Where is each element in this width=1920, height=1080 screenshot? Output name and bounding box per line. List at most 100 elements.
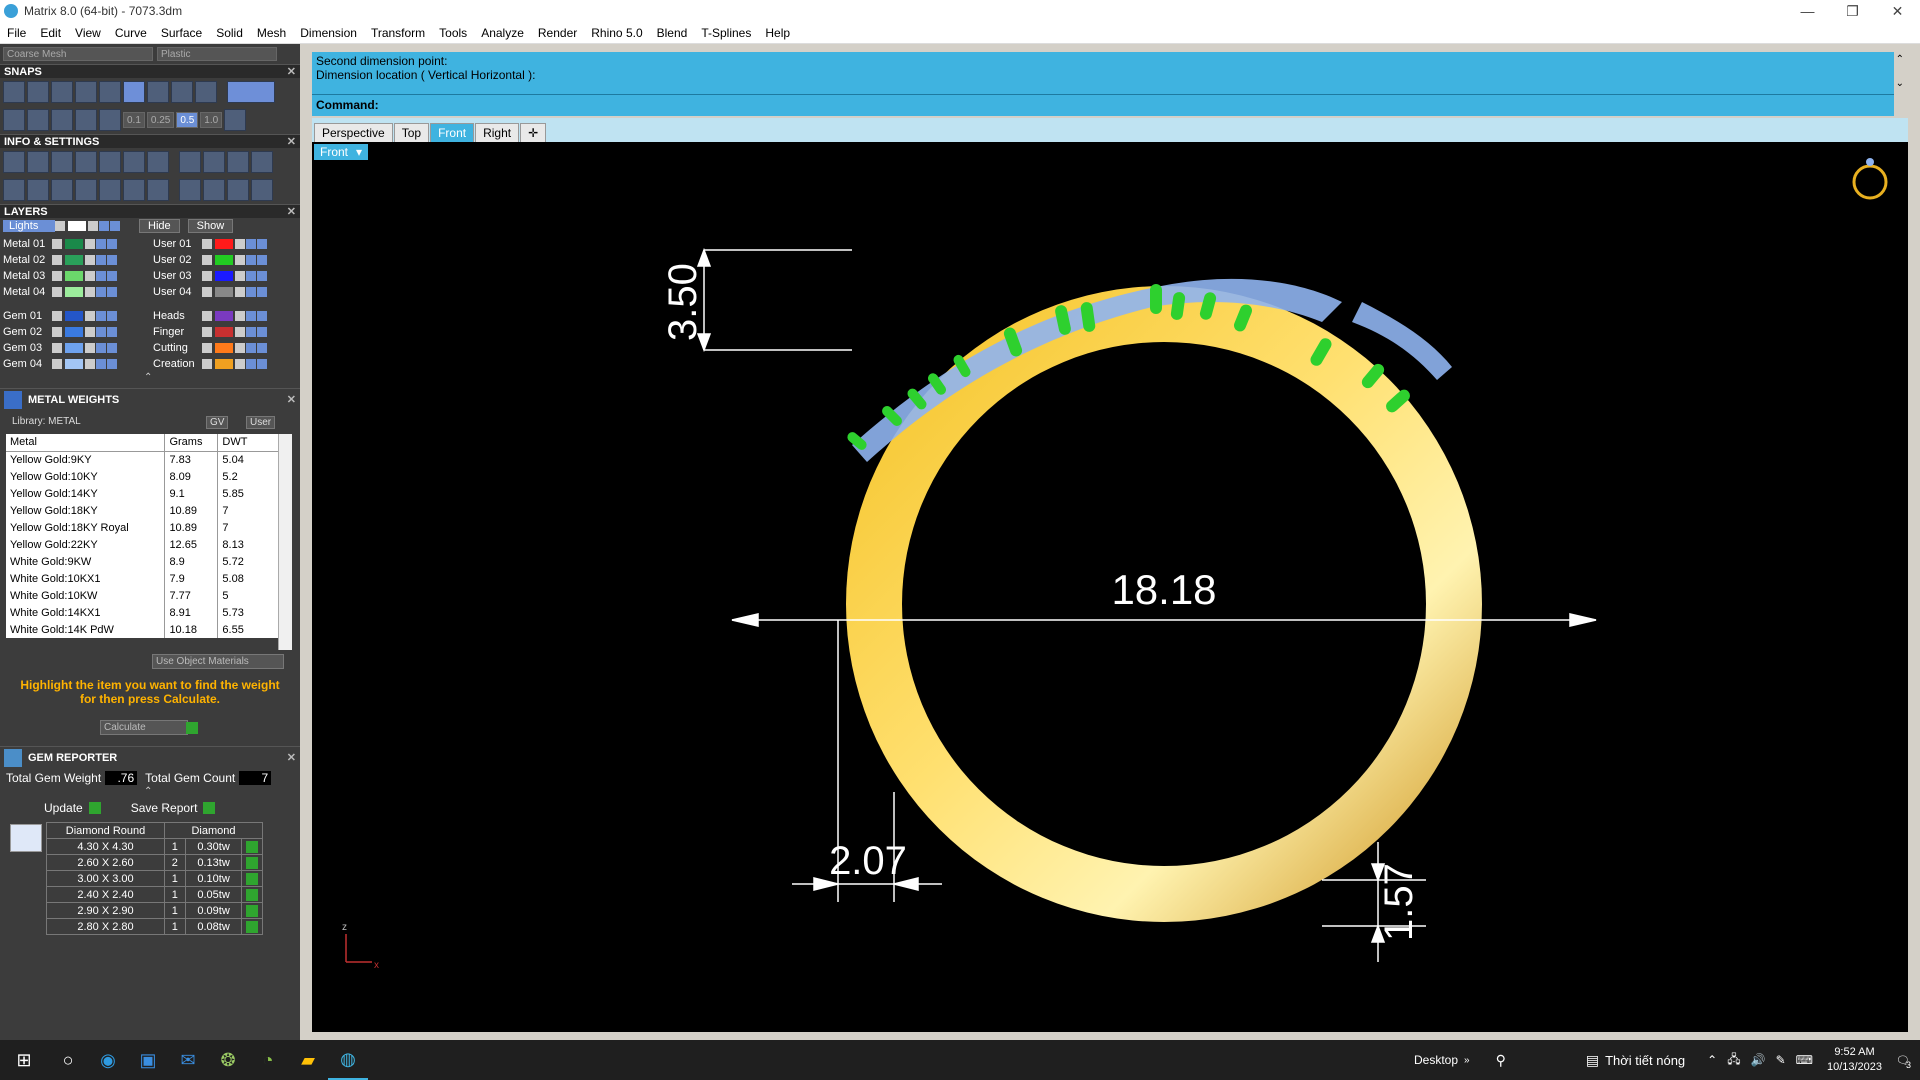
menu-tools[interactable]: Tools [432, 26, 474, 40]
settings-icon[interactable] [3, 151, 25, 173]
gem-select-button[interactable] [246, 856, 259, 869]
save-report-go-button[interactable] [203, 802, 216, 814]
hide-button[interactable]: Hide [139, 219, 180, 233]
tab-perspective[interactable]: Perspective [314, 123, 393, 142]
snap-int-icon[interactable] [123, 81, 145, 103]
layer-row[interactable]: Metal 03 [0, 268, 150, 284]
snap-end-icon[interactable] [3, 81, 25, 103]
store-icon[interactable]: ▣ [128, 1040, 168, 1080]
gem-select-button[interactable] [246, 872, 259, 885]
menu-render[interactable]: Render [531, 26, 584, 40]
layer-color[interactable] [215, 343, 233, 353]
snap-value-1[interactable]: 0.1 [123, 112, 145, 128]
layer-color[interactable] [215, 311, 233, 321]
tab-right[interactable]: Right [475, 123, 520, 142]
gem-select-button[interactable] [246, 840, 259, 853]
layer-row[interactable]: Metal 01 [0, 236, 150, 252]
layer-row[interactable]: User 04 [150, 284, 298, 300]
collapse-icon[interactable]: ⌃ [144, 786, 152, 797]
lights-layer[interactable]: Lights [3, 220, 55, 232]
layer-color[interactable] [65, 359, 83, 369]
viewport-icon[interactable] [227, 151, 249, 173]
desktop-toolbar[interactable]: Desktop [1414, 1053, 1458, 1067]
calculate-go-button[interactable] [186, 722, 198, 734]
menu-analyze[interactable]: Analyze [474, 26, 531, 40]
layer-row[interactable]: User 01 [150, 236, 298, 252]
snap-value-4[interactable]: 1.0 [200, 112, 223, 128]
search-icon[interactable]: ○ [48, 1040, 88, 1080]
viewport-front[interactable]: Front ▾ 3.50 18.18 2.07 1.57 z x [312, 142, 1908, 1032]
gumball-icon[interactable] [99, 109, 121, 131]
table-row[interactable]: Yellow Gold:22KY 12.65 8.13 [6, 536, 282, 553]
layer-row[interactable]: Metal 02 [0, 252, 150, 268]
snap-value-3[interactable]: 0.5 [176, 112, 199, 128]
layer-color[interactable] [215, 327, 233, 337]
layer-row[interactable]: Cutting [150, 340, 298, 356]
menu-mesh[interactable]: Mesh [250, 26, 293, 40]
mesh-select[interactable]: Coarse Mesh [3, 47, 153, 61]
user-button[interactable]: User [246, 416, 276, 429]
app2-icon[interactable]: ◔ [248, 1040, 288, 1080]
layer-color[interactable] [65, 271, 83, 281]
table-row[interactable]: Yellow Gold:18KY 10.89 7 [6, 502, 282, 519]
snap-point-icon[interactable] [51, 81, 73, 103]
col-dwt[interactable]: DWT [217, 434, 282, 451]
table-row[interactable]: Yellow Gold:10KY 8.09 5.2 [6, 468, 282, 485]
add-tab-icon[interactable]: ✛ [520, 123, 547, 142]
tray-expand-icon[interactable]: ⌃ [1707, 1053, 1717, 1067]
layer-color[interactable] [65, 239, 83, 249]
save-icon[interactable] [99, 151, 121, 173]
ortho-icon[interactable] [27, 109, 49, 131]
tools-icon[interactable] [123, 179, 145, 201]
grid-icon[interactable] [3, 109, 25, 131]
gem-select-button[interactable] [246, 904, 259, 917]
cube-icon[interactable] [147, 151, 169, 173]
command-input[interactable] [383, 98, 1890, 112]
layer-color[interactable] [65, 287, 83, 297]
network-icon[interactable]: 🖧 [1727, 1050, 1740, 1071]
ring-orientation-icon[interactable] [1852, 158, 1888, 200]
keyboard-icon[interactable]: ⌨ [1796, 1053, 1813, 1067]
menu-help[interactable]: Help [758, 26, 797, 40]
cylinder-icon[interactable] [75, 179, 97, 201]
layer-row[interactable]: User 03 [150, 268, 298, 284]
table-row[interactable]: 2.90 X 2.90 1 0.09tw [46, 902, 263, 919]
prong-icon[interactable] [203, 179, 225, 201]
table-row[interactable]: White Gold:10KX1 7.9 5.08 [6, 570, 282, 587]
ring-icon[interactable] [251, 179, 273, 201]
table-row[interactable]: White Gold:14KX1 8.91 5.73 [6, 604, 282, 621]
layer-color[interactable] [215, 287, 233, 297]
table-row[interactable]: 2.80 X 2.80 1 0.08tw [46, 918, 263, 935]
layer-color[interactable] [215, 239, 233, 249]
menu-solid[interactable]: Solid [209, 26, 250, 40]
monitor-icon[interactable] [27, 179, 49, 201]
snap-quad-icon[interactable] [195, 81, 217, 103]
table-scrollbar[interactable] [278, 434, 292, 650]
menu-tsplines[interactable]: T-Splines [694, 26, 758, 40]
mail-icon[interactable]: ✉ [168, 1040, 208, 1080]
table-row[interactable]: 4.30 X 4.30 1 0.30tw [46, 838, 263, 855]
snap-toggle-button[interactable] [227, 81, 275, 103]
gv-button[interactable]: GV [206, 416, 229, 429]
snap-perp-icon[interactable] [147, 81, 169, 103]
table-row[interactable]: 3.00 X 3.00 1 0.10tw [46, 870, 263, 887]
people-icon[interactable]: ⚲ [1496, 1052, 1506, 1069]
notification-icon[interactable]: 🗨 3 [1896, 1054, 1911, 1070]
folder-icon[interactable]: ▰ [288, 1040, 328, 1080]
close-icon[interactable]: ✕ [287, 65, 296, 79]
calculate-select[interactable]: Calculate [100, 720, 188, 735]
menu-blend[interactable]: Blend [650, 26, 695, 40]
layer-color[interactable] [65, 311, 83, 321]
gem-select-button[interactable] [246, 920, 259, 933]
pen-icon[interactable]: ✎ [1776, 1053, 1786, 1067]
layers-icon[interactable] [51, 151, 73, 173]
clock[interactable]: 9:52 AM 10/13/2023 [1827, 1045, 1882, 1075]
grid-snap-icon[interactable] [224, 109, 247, 131]
layer-color[interactable] [65, 327, 83, 337]
menu-transform[interactable]: Transform [364, 26, 432, 40]
use-object-materials-checkbox[interactable]: Use Object Materials [152, 654, 284, 669]
menu-dimension[interactable]: Dimension [293, 26, 364, 40]
update-button[interactable]: Update [44, 801, 83, 815]
record-icon[interactable] [75, 109, 97, 131]
volume-icon[interactable]: 🔊 [1751, 1053, 1766, 1067]
